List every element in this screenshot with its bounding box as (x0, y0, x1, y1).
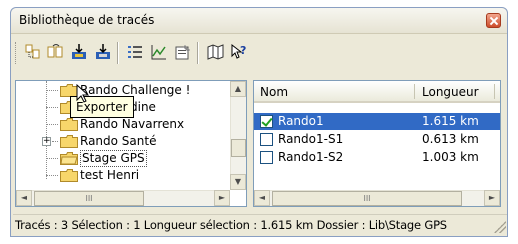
list-horizontal-scrollbar[interactable]: ◄ III ► (254, 190, 500, 206)
add-track-icon[interactable] (23, 42, 43, 62)
map-icon[interactable] (205, 42, 225, 62)
status-bar: Tracés : 3 Sélection : 1 Longueur sélect… (13, 214, 507, 234)
folder-icon (60, 169, 78, 182)
track-length: 1.615 km (422, 114, 479, 128)
folder-icon (60, 135, 78, 148)
svg-text:?: ? (240, 44, 246, 57)
scroll-left-icon[interactable]: ◄ (16, 190, 32, 206)
scroll-thumb[interactable]: III (34, 191, 144, 206)
status-text: Tracés : 3 Sélection : 1 Longueur sélect… (15, 218, 447, 232)
tree-item-label: Rando Santé (80, 134, 157, 148)
toolbar-grip[interactable] (15, 42, 18, 64)
column-divider[interactable] (414, 84, 415, 99)
track-list[interactable]: Nom Longueur Rando1 1.615 km Rando1-S1 0… (253, 80, 501, 207)
tree-line (46, 81, 47, 179)
track-row[interactable]: Rando1-S2 1.003 km (254, 149, 500, 166)
track-checkbox[interactable] (260, 151, 273, 164)
track-library-window: Bibliothèque de tracés ? Rando Challenge… (10, 7, 508, 237)
window-title: Bibliothèque de tracés (19, 13, 155, 27)
list-header: Nom Longueur (254, 81, 500, 103)
tree-line (52, 141, 58, 142)
track-length: 1.003 km (422, 150, 479, 164)
list-view-icon[interactable] (125, 42, 145, 62)
track-length: 0.613 km (422, 132, 479, 146)
toolbar-separator (197, 42, 199, 64)
tree-expander[interactable]: + (42, 137, 51, 146)
track-name: Rando1-S2 (278, 150, 344, 164)
properties-icon[interactable] (173, 42, 193, 62)
toolbar-separator (117, 42, 119, 64)
column-header-name[interactable]: Nom (260, 85, 288, 99)
tree-line (46, 90, 58, 91)
title-bar[interactable]: Bibliothèque de tracés (11, 8, 507, 34)
help-icon[interactable]: ? (229, 42, 249, 62)
tree-item-label: Stage GPS (80, 150, 147, 167)
track-name: Rando1 (278, 114, 324, 128)
scroll-right-icon[interactable]: ► (214, 190, 230, 206)
track-row[interactable]: Rando1 1.615 km (254, 113, 500, 130)
profile-chart-icon[interactable] (149, 42, 169, 62)
export-icon[interactable] (45, 42, 65, 62)
column-header-length[interactable]: Longueur (422, 85, 479, 99)
toolbar: ? (15, 39, 503, 67)
scroll-thumb[interactable] (231, 139, 246, 157)
folder-icon (60, 118, 78, 131)
tree-line (46, 107, 58, 108)
mouse-cursor-icon (76, 84, 90, 103)
scroll-down-icon[interactable]: ▼ (230, 174, 246, 190)
track-row[interactable]: Rando1-S1 0.613 km (254, 131, 500, 148)
tree-line (46, 175, 58, 176)
scroll-left-icon[interactable]: ◄ (254, 190, 270, 206)
tree-line (46, 124, 58, 125)
resize-grip-icon[interactable] (494, 221, 506, 233)
close-button[interactable] (486, 13, 501, 28)
tree-item-label: Rando Navarrenx (80, 117, 185, 131)
track-name: Rando1-S1 (278, 132, 344, 146)
download-icon[interactable] (93, 42, 113, 62)
tree-item-label: test Henri (80, 168, 140, 182)
tree-vertical-scrollbar[interactable]: ▲ ▼ (230, 81, 246, 190)
open-folder-icon (60, 152, 78, 165)
scroll-up-icon[interactable]: ▲ (230, 81, 246, 97)
scroll-thumb[interactable]: III (272, 191, 462, 206)
column-divider[interactable] (494, 84, 495, 99)
import-gps-icon[interactable] (69, 42, 89, 62)
tree-line (46, 158, 58, 159)
track-checkbox[interactable] (260, 133, 273, 146)
tree-horizontal-scrollbar[interactable]: ◄ III ► (16, 190, 230, 206)
track-checkbox[interactable] (260, 115, 273, 128)
scroll-right-icon[interactable]: ► (484, 190, 500, 206)
